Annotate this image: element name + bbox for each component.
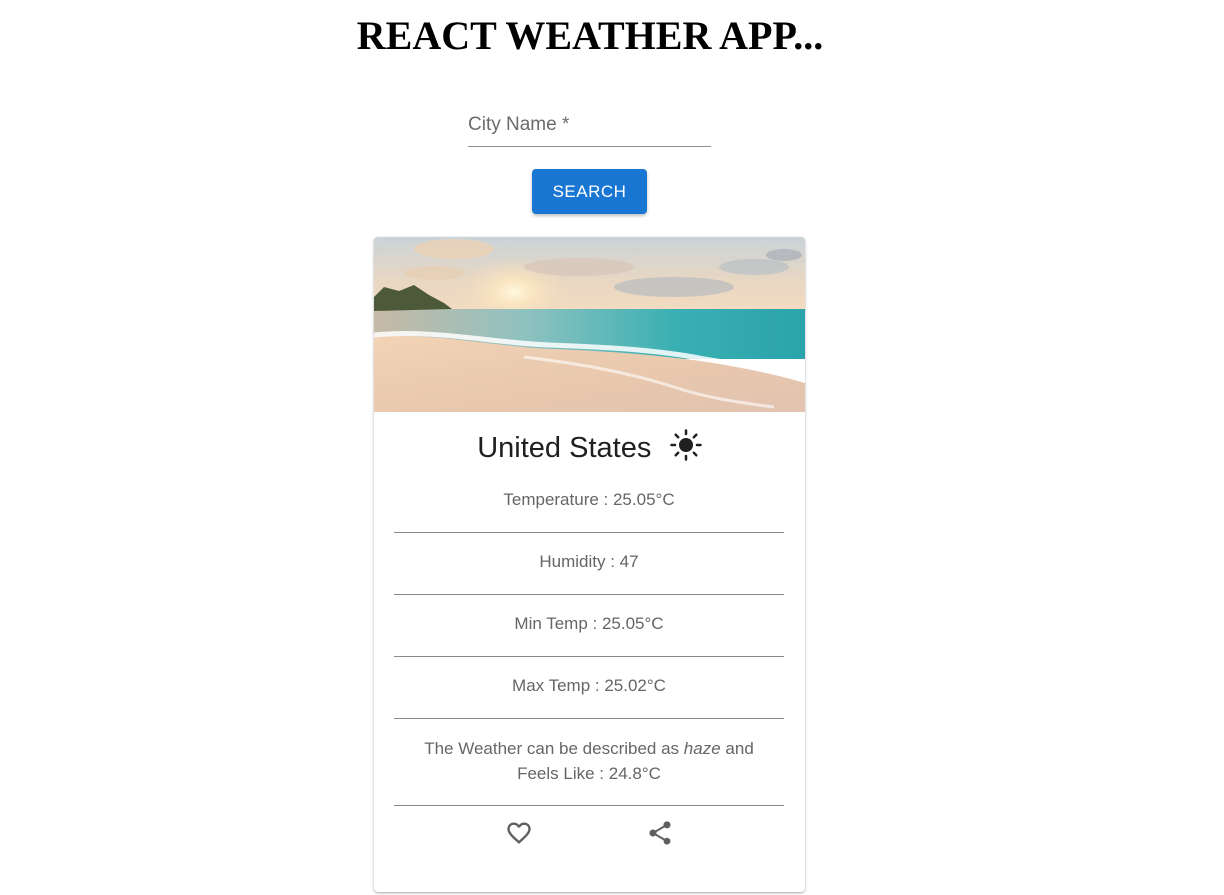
app-title: REACT WEATHER APP... [356,13,824,58]
search-button[interactable]: SEARCH [532,169,647,214]
weather-card: United States Temperature : 25.05°C Humi… [374,237,805,892]
humidity-text: Humidity : 47 [539,552,639,571]
share-button[interactable] [643,816,677,850]
weather-description: The Weather can be described as haze and… [394,736,784,786]
share-icon [649,821,671,845]
description-prefix: The Weather can be described as [424,739,680,758]
description-suffix: and [725,739,754,758]
divider [394,718,784,719]
min-temp-text: Min Temp : 25.05°C [514,614,664,633]
city-heading: United States [374,428,805,472]
description-value: haze [683,739,721,758]
divider [394,594,784,595]
beach-image [374,237,805,412]
feels-like-text: Feels Like : 24.8°C [517,764,661,783]
city-name-field[interactable]: City Name * [468,108,715,148]
sun-icon [670,428,702,461]
divider [394,805,784,806]
favorite-button[interactable] [502,816,536,850]
divider [394,656,784,657]
temperature-text: Temperature : 25.05°C [503,490,675,509]
heart-outline-icon [507,822,531,844]
city-name-input[interactable] [468,108,715,148]
city-name: United States [477,432,652,464]
divider [394,532,784,533]
max-temp-text: Max Temp : 25.02°C [512,676,666,695]
